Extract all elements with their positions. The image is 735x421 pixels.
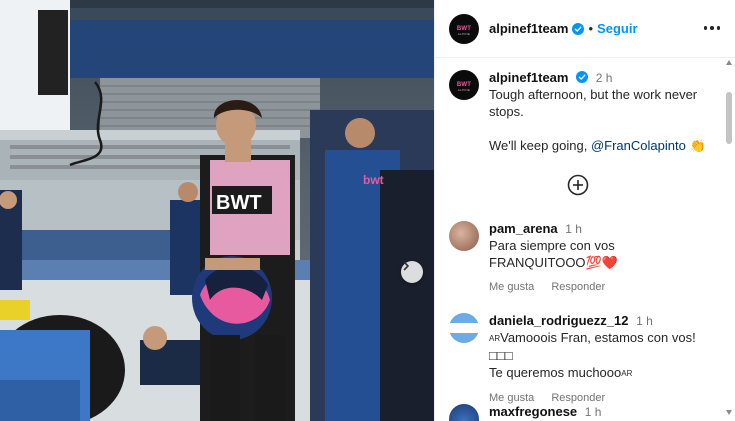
flag-ar-icon: AR — [621, 369, 633, 378]
comment-actions: Me gusta Responder — [489, 392, 719, 404]
comment-body: daniela_rodriguezz_12 1 h ARVamooois Fra… — [489, 313, 719, 404]
caption-line-2: stops. — [489, 104, 524, 119]
comment-item: pam_arena 1 h Para siempre con vos FRANQ… — [449, 221, 719, 293]
separator-dot: • — [588, 21, 594, 36]
scroll-down-arrow-icon[interactable] — [726, 410, 732, 415]
comment-username[interactable]: maxfregonese — [489, 404, 577, 419]
caption-time[interactable]: 2 h — [596, 71, 613, 85]
flag-ar-icon: AR — [489, 334, 501, 343]
comment-header: pam_arena 1 h — [489, 221, 719, 237]
caption: BWT ALPINE alpinef1team 2 h Tough aftern… — [449, 70, 719, 154]
alpine-wordmark: ALPINE — [457, 31, 471, 36]
scrollbar-thumb[interactable] — [726, 92, 732, 144]
commenter-avatar[interactable] — [449, 221, 479, 251]
post-header: BWT ALPINE alpinef1team • Seguir — [435, 0, 735, 58]
comment-username[interactable]: pam_arena — [489, 221, 558, 236]
commenter-avatar[interactable] — [449, 404, 479, 421]
verified-badge-icon — [576, 71, 589, 83]
clap-emoji: 👏 — [689, 138, 706, 153]
svg-text:bwt: bwt — [363, 173, 384, 187]
comment-text-line-1: ARVamooois Fran, estamos con vos!□□□ — [489, 329, 719, 364]
instagram-post-modal: bwt BWT BWT ALPINE alpinef1team • Seguir… — [0, 0, 735, 421]
comments-feed[interactable]: BWT ALPINE alpinef1team 2 h Tough aftern… — [435, 59, 735, 421]
load-more-comments-button[interactable] — [567, 174, 589, 196]
commenter-avatar[interactable] — [449, 313, 479, 343]
caption-header: alpinef1team 2 h — [489, 70, 719, 86]
caption-line-3-text: We'll keep going, — [489, 138, 591, 153]
comment-header: daniela_rodriguezz_12 1 h — [489, 313, 719, 329]
shirt-logo: BWT — [216, 192, 262, 214]
comment-item: daniela_rodriguezz_12 1 h ARVamooois Fra… — [449, 313, 719, 404]
like-comment-button[interactable]: Me gusta — [489, 392, 534, 404]
comment-body: maxfregonese 1 h — [489, 404, 719, 421]
caption-body: alpinef1team 2 h Tough afternoon, but th… — [489, 70, 719, 154]
comment-item: maxfregonese 1 h — [449, 404, 719, 421]
comment-actions: Me gusta Responder — [489, 281, 719, 293]
scroll-up-arrow-icon[interactable] — [726, 60, 732, 65]
next-image-button[interactable] — [401, 261, 423, 283]
comment-time[interactable]: 1 h — [565, 222, 582, 236]
follow-button[interactable]: Seguir — [597, 21, 637, 36]
comment-text-line-2: Te queremos muchoooAR — [489, 364, 719, 382]
comment-time[interactable]: 1 h — [585, 405, 602, 419]
comment-text-line-2: FRANQUITOOO💯❤️ — [489, 255, 618, 270]
comment-text: Te queremos muchooo — [489, 365, 622, 380]
post-sidebar: BWT ALPINE alpinef1team • Seguir BWT ALP… — [434, 0, 735, 421]
plus-circle-icon — [567, 174, 589, 196]
caption-line-1: Tough afternoon, but the work never — [489, 87, 698, 102]
photo-illustration: bwt BWT — [0, 0, 434, 421]
account-avatar[interactable]: BWT ALPINE — [449, 13, 479, 44]
comment-time[interactable]: 1 h — [636, 314, 653, 328]
comment-text: Vamooois Fran, estamos con vos!□□□ — [489, 330, 696, 363]
comment-username[interactable]: daniela_rodriguezz_12 — [489, 313, 628, 328]
comment-text-line-1: Para siempre con vos — [489, 238, 615, 253]
header-username[interactable]: alpinef1team — [489, 21, 568, 36]
alpine-wordmark: ALPINE — [457, 88, 471, 92]
reply-comment-button[interactable]: Responder — [551, 281, 605, 293]
reply-comment-button[interactable]: Responder — [551, 392, 605, 404]
post-photo[interactable]: bwt BWT — [0, 0, 434, 421]
caption-username[interactable]: alpinef1team — [489, 70, 568, 85]
verified-badge-icon — [572, 22, 585, 35]
comment-body: pam_arena 1 h Para siempre con vos FRANQ… — [489, 221, 719, 293]
mention-link[interactable]: @FranColapinto — [591, 138, 686, 153]
chevron-right-icon — [403, 261, 409, 271]
caption-avatar[interactable]: BWT ALPINE — [449, 70, 479, 100]
like-comment-button[interactable]: Me gusta — [489, 281, 534, 293]
comment-header: maxfregonese 1 h — [489, 404, 719, 420]
caption-line-3: We'll keep going, @FranColapinto 👏 — [489, 137, 719, 154]
more-horizontal-icon[interactable] — [703, 22, 720, 34]
